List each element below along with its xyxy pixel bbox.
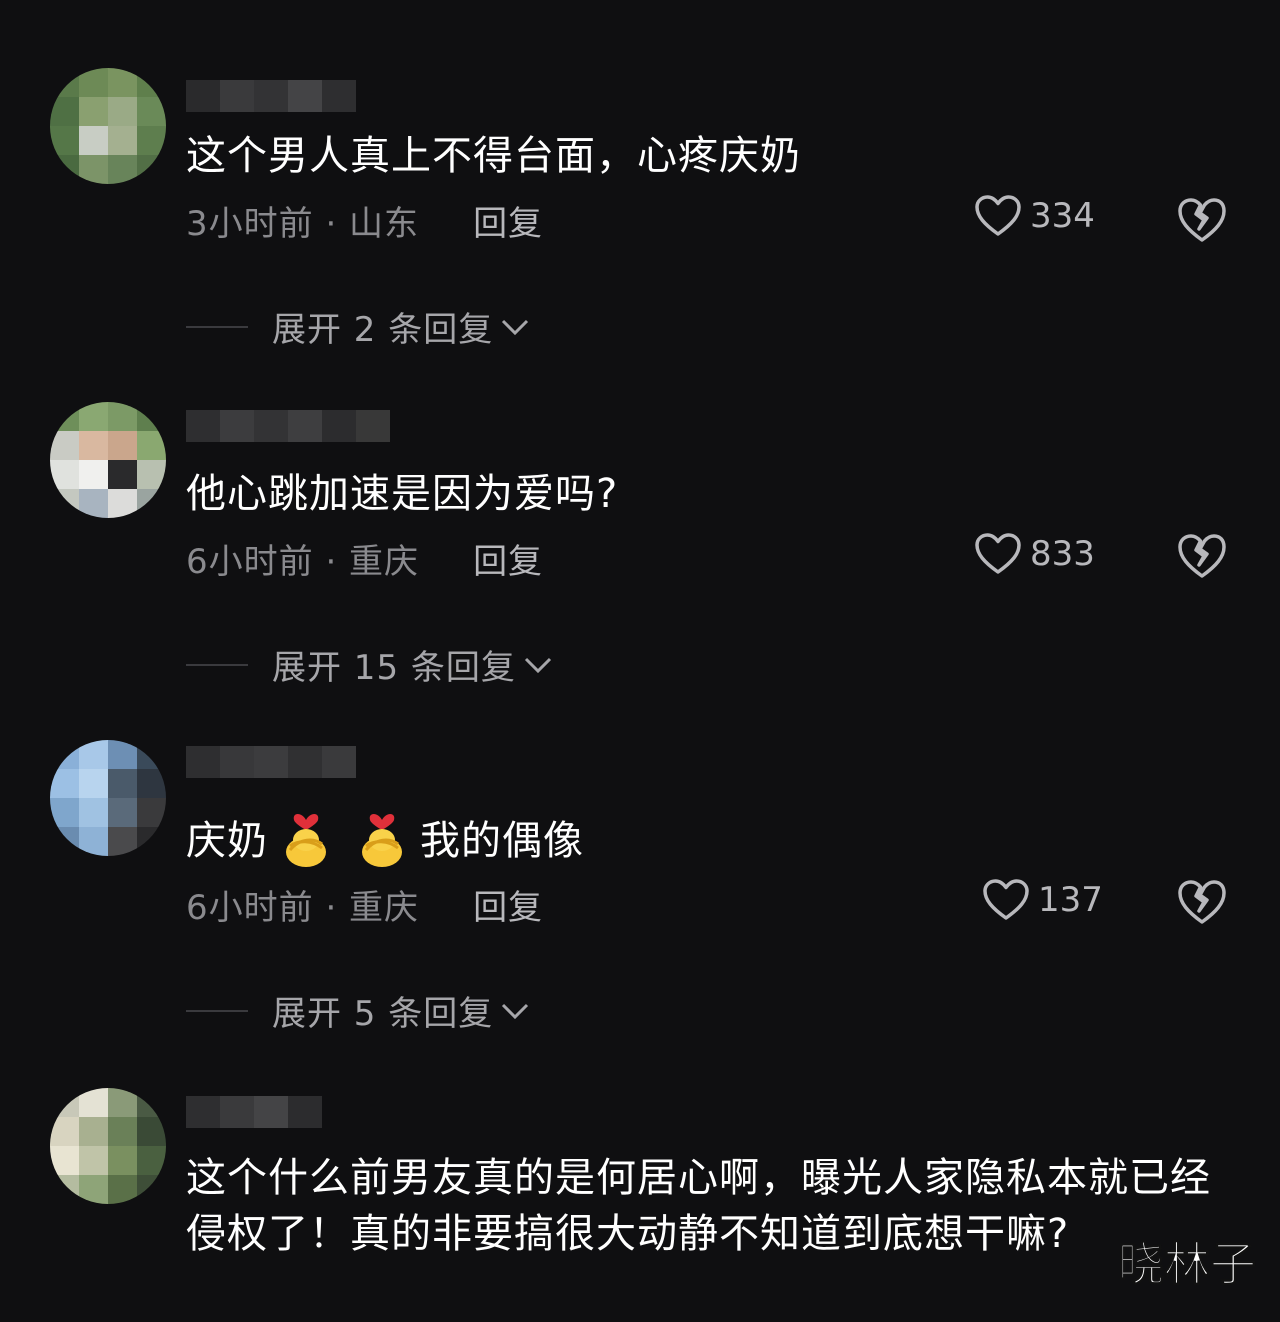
username-blurred[interactable] bbox=[186, 746, 356, 778]
comment-text: 他心跳加速是因为爱吗? bbox=[186, 471, 619, 517]
username-blurred[interactable] bbox=[186, 80, 356, 112]
divider-line bbox=[186, 325, 248, 328]
heart-outline-icon bbox=[975, 533, 1021, 574]
comment-meta: 6小时前 · 重庆 回复 bbox=[186, 534, 543, 583]
username-blurred[interactable] bbox=[186, 410, 390, 442]
username-blurred[interactable] bbox=[186, 1096, 322, 1128]
divider-line bbox=[186, 663, 248, 666]
avatar[interactable] bbox=[50, 740, 166, 856]
divider-line bbox=[186, 1009, 248, 1012]
expand-replies-label: 展开 15 条回复 bbox=[272, 648, 516, 688]
watermark: 晓林子 bbox=[1118, 1237, 1257, 1292]
like-count: 137 bbox=[1038, 880, 1103, 920]
like-button[interactable]: 334 bbox=[974, 194, 1095, 238]
time-location: 6小时前 · 重庆 bbox=[186, 888, 420, 928]
expand-replies-button[interactable]: 展开 5 条回复 bbox=[186, 986, 531, 1035]
comment-text: 这个男人真上不得台面，心疼庆奶 bbox=[186, 133, 801, 179]
broken-heart-icon[interactable] bbox=[1176, 196, 1228, 244]
expand-replies-label: 展开 2 条回复 bbox=[272, 310, 494, 350]
hug-emoji-icon bbox=[362, 814, 402, 867]
avatar[interactable] bbox=[50, 68, 166, 184]
like-count: 833 bbox=[1030, 534, 1095, 574]
heart-outline-icon bbox=[975, 195, 1021, 236]
comment-text: 这个什么前男友真的是何居心啊，曝光人家隐私本就已经侵权了！真的非要搞很大动静不知… bbox=[186, 1155, 1211, 1257]
expand-replies-button[interactable]: 展开 2 条回复 bbox=[186, 302, 531, 351]
comment-meta: 3小时前 · 山东 回复 bbox=[186, 196, 543, 245]
avatar[interactable] bbox=[50, 1088, 166, 1204]
like-button[interactable]: 833 bbox=[974, 532, 1095, 576]
comment-text: 庆奶 我的偶像 bbox=[186, 806, 584, 869]
broken-heart-icon[interactable] bbox=[1176, 532, 1228, 580]
time-location: 3小时前 · 山东 bbox=[186, 204, 420, 244]
expand-replies-label: 展开 5 条回复 bbox=[272, 994, 494, 1034]
reply-button[interactable]: 回复 bbox=[473, 204, 543, 244]
time-location: 6小时前 · 重庆 bbox=[186, 542, 420, 582]
comment-meta: 6小时前 · 重庆 回复 bbox=[186, 880, 543, 929]
like-count: 334 bbox=[1030, 196, 1095, 236]
avatar[interactable] bbox=[50, 402, 166, 518]
heart-outline-icon bbox=[983, 879, 1029, 920]
expand-replies-button[interactable]: 展开 15 条回复 bbox=[186, 640, 554, 689]
reply-button[interactable]: 回复 bbox=[473, 542, 543, 582]
reply-button[interactable]: 回复 bbox=[473, 888, 543, 928]
chevron-down-icon bbox=[502, 319, 529, 335]
chevron-down-icon bbox=[524, 657, 551, 673]
hug-emoji-icon bbox=[286, 814, 326, 867]
broken-heart-icon[interactable] bbox=[1176, 878, 1228, 926]
chevron-down-icon bbox=[502, 1003, 529, 1019]
like-button[interactable]: 137 bbox=[982, 878, 1103, 922]
